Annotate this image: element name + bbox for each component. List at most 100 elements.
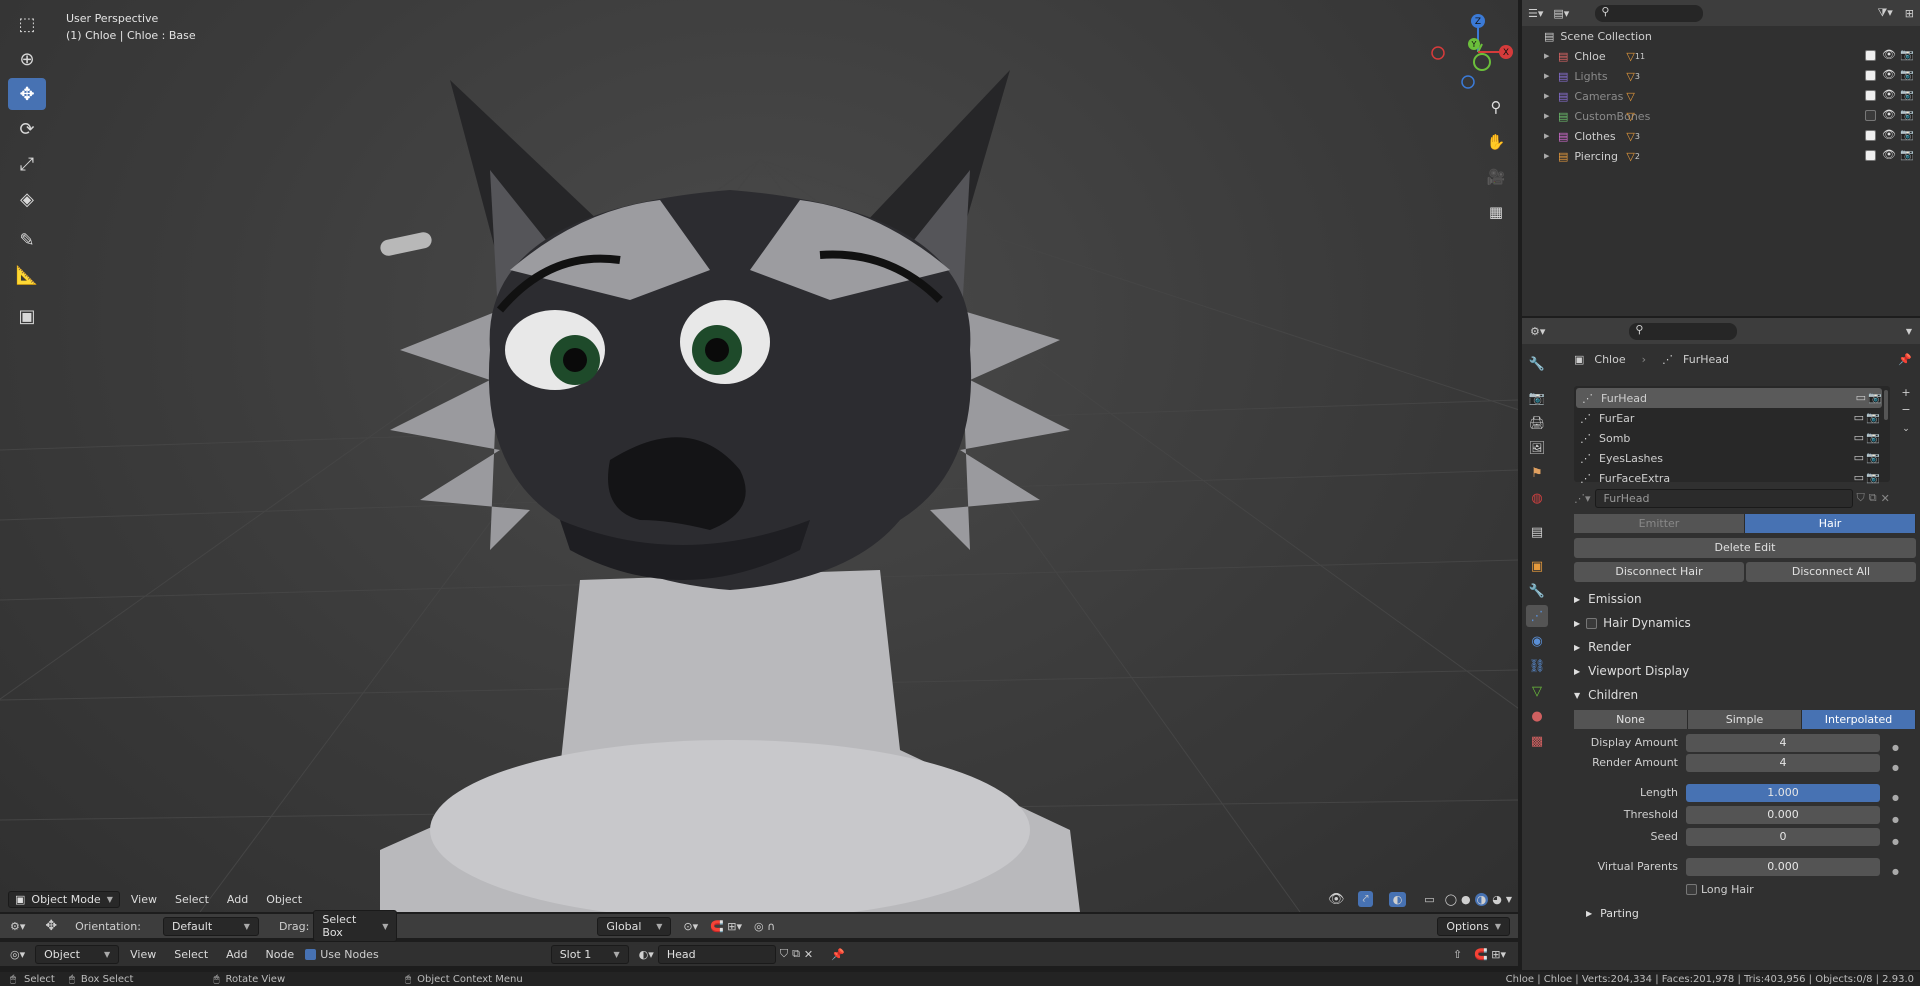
outliner-row-clothes[interactable]: ▶ ▤ Clothes ▽ 3 👁 📷 (1522, 126, 1920, 146)
camera-icon[interactable]: 📷 (1900, 108, 1914, 121)
material-tab-icon[interactable]: ● (1526, 705, 1548, 727)
exclude-checkbox[interactable] (1865, 150, 1876, 161)
remove-icon[interactable]: − (1896, 403, 1916, 416)
viewport-display-panel-header[interactable]: ▶ Viewport Display (1574, 660, 1689, 682)
fake-user-icon[interactable]: ⛉ (1857, 491, 1865, 505)
particle-settings-name[interactable]: FurHead (1594, 488, 1853, 508)
new-collection-icon[interactable]: ⊞ (1905, 7, 1914, 20)
keyframe-dot-icon[interactable]: ● (1892, 738, 1902, 758)
move-icon[interactable]: ✥ (8, 78, 46, 110)
render-amount-field[interactable]: 4 (1686, 754, 1880, 772)
exclude-checkbox[interactable] (1865, 90, 1876, 101)
render-visibility-icon[interactable]: 📷 (1866, 411, 1880, 424)
chevron-down-icon[interactable]: ⌄ (1896, 424, 1916, 434)
cursor-icon[interactable]: ⊕ (8, 43, 46, 75)
transform-icon[interactable]: ◈ (8, 183, 46, 215)
disconnect-hair-button[interactable]: Disconnect Hair (1574, 562, 1744, 582)
unlink-icon[interactable]: ✕ (1881, 492, 1890, 505)
expand-arrow-icon[interactable]: ▶ (1544, 72, 1558, 80)
hair-dynamics-panel-header[interactable]: ▶ Hair Dynamics (1574, 612, 1691, 634)
overlay-toggle-icon[interactable]: ◐ (1388, 891, 1407, 907)
rendered-shading-icon[interactable]: ◕ (1492, 893, 1502, 906)
eye-icon[interactable]: 👁 (1882, 48, 1896, 61)
3d-viewport[interactable]: User Perspective (1) Chloe | Chloe : Bas… (0, 0, 1518, 912)
add-cube-icon[interactable]: ▣ (8, 300, 46, 332)
object-tab-icon[interactable]: ▣ (1526, 555, 1548, 577)
world-tab-icon[interactable]: ◍ (1526, 487, 1548, 509)
tool-icon[interactable]: ⚙▾ (10, 920, 25, 933)
particle-system-row[interactable]: ⋰ Somb ▭ 📷 (1574, 428, 1890, 448)
length-field[interactable]: 1.000 (1686, 784, 1880, 802)
add-icon[interactable]: + (1896, 386, 1916, 399)
parent-node-icon[interactable]: ⇧ (1453, 948, 1462, 961)
collection-tab-icon[interactable]: ▤ (1526, 521, 1548, 543)
solid-shading-icon[interactable]: ● (1461, 893, 1471, 906)
viewport-visibility-icon[interactable]: ▭ (1854, 451, 1864, 464)
render-visibility-icon[interactable]: 📷 (1866, 451, 1880, 464)
transform-space-dropdown[interactable]: Global ▼ (597, 916, 672, 936)
render-panel-header[interactable]: ▶ Render (1574, 636, 1631, 658)
render-visibility-icon[interactable]: 📷 (1866, 471, 1880, 484)
keyframe-dot-icon[interactable]: ● (1892, 788, 1902, 808)
keyframe-dot-icon[interactable]: ● (1892, 758, 1902, 778)
list-scrollbar[interactable] (1884, 390, 1888, 420)
virtual-parents-field[interactable]: 0.000 (1686, 858, 1880, 876)
object-mode-dropdown[interactable]: ▣ Object Mode ▼ (8, 890, 120, 908)
expand-arrow-icon[interactable]: ▶ (1544, 152, 1558, 160)
type-hair-button[interactable]: Hair (1745, 514, 1916, 533)
node-menu-add[interactable]: Add (219, 946, 254, 963)
proportional-edit-icon[interactable]: ◎ ∩ (754, 920, 775, 933)
display-mode-icon[interactable]: ▤▾ (1553, 7, 1569, 20)
disconnect-all-button[interactable]: Disconnect All (1746, 562, 1916, 582)
children-none-button[interactable]: None (1574, 710, 1688, 729)
node-menu-view[interactable]: View (123, 946, 163, 963)
xray-icon[interactable]: ▭ (1424, 893, 1434, 906)
keyframe-dot-icon[interactable]: ● (1892, 832, 1902, 852)
eye-icon[interactable]: 👁 (1882, 68, 1896, 81)
scene-collection-row[interactable]: ▤ Scene Collection (1522, 26, 1920, 46)
render-visibility-icon[interactable]: 📷 (1866, 431, 1880, 444)
exclude-checkbox[interactable] (1865, 130, 1876, 141)
fake-user-icon[interactable]: ⛉ (780, 947, 788, 961)
menu-add[interactable]: Add (220, 891, 255, 908)
use-nodes-checkbox[interactable] (305, 948, 317, 960)
editor-type-icon[interactable]: ☰▾ (1528, 7, 1543, 20)
duplicate-icon[interactable]: ⧉ (1869, 491, 1877, 505)
chevron-down-icon[interactable]: ▼ (1906, 327, 1912, 336)
zoom-icon[interactable]: ⚲ (1483, 94, 1509, 120)
menu-object[interactable]: Object (259, 891, 309, 908)
eye-icon[interactable]: 👁 (1882, 88, 1896, 101)
menu-select[interactable]: Select (168, 891, 216, 908)
expand-arrow-icon[interactable]: ▶ (1544, 112, 1558, 120)
shading-dropdown-icon[interactable]: ▼ (1506, 895, 1512, 904)
node-menu-select[interactable]: Select (167, 946, 215, 963)
render-tab-icon[interactable]: 📷 (1526, 387, 1548, 409)
outliner-row-piercing[interactable]: ▶ ▤ Piercing ▽ 2 👁 📷 (1522, 146, 1920, 166)
snap-icon[interactable]: 🧲 ⊞▾ (710, 920, 742, 933)
editor-type-icon[interactable]: ⚙▾ (1530, 325, 1545, 338)
rotate-icon[interactable]: ⟳ (8, 113, 46, 145)
particle-system-row[interactable]: ⋰ FurHead ▭ 📷 (1576, 388, 1882, 408)
pan-hand-icon[interactable]: ✋ (1483, 129, 1509, 155)
camera-icon[interactable]: 📷 (1900, 68, 1914, 81)
view-layer-tab-icon[interactable]: 🖼 (1526, 437, 1548, 459)
pin-icon[interactable]: 📌 (1898, 353, 1912, 366)
render-visibility-icon[interactable]: 📷 (1868, 391, 1882, 404)
editor-type-icon[interactable]: ◎▾ (10, 948, 25, 961)
pin-icon[interactable]: 📌 (831, 948, 845, 961)
outliner-row-cameras[interactable]: ▶ ▤ Cameras ▽ 👁 📷 (1522, 86, 1920, 106)
options-dropdown[interactable]: Options ▼ (1437, 916, 1510, 936)
properties-search-input[interactable]: ⚲ (1629, 322, 1738, 340)
wireframe-shading-icon[interactable]: ◯ (1445, 893, 1457, 906)
hair-dynamics-checkbox[interactable] (1586, 617, 1598, 629)
camera-icon[interactable]: 📷 (1900, 148, 1914, 161)
threshold-field[interactable]: 0.000 (1686, 806, 1880, 824)
keyframe-dot-icon[interactable]: ● (1892, 810, 1902, 830)
slot-dropdown[interactable]: Slot 1 ▼ (550, 944, 629, 964)
expand-arrow-icon[interactable]: ▶ (1544, 132, 1558, 140)
shader-type-dropdown[interactable]: Object ▼ (35, 944, 120, 964)
exclude-checkbox[interactable] (1865, 50, 1876, 61)
material-shading-icon[interactable]: ◑ (1474, 892, 1489, 906)
viewport-visibility-icon[interactable]: ▭ (1854, 431, 1864, 444)
data-tab-icon[interactable]: ▽ (1526, 680, 1548, 702)
